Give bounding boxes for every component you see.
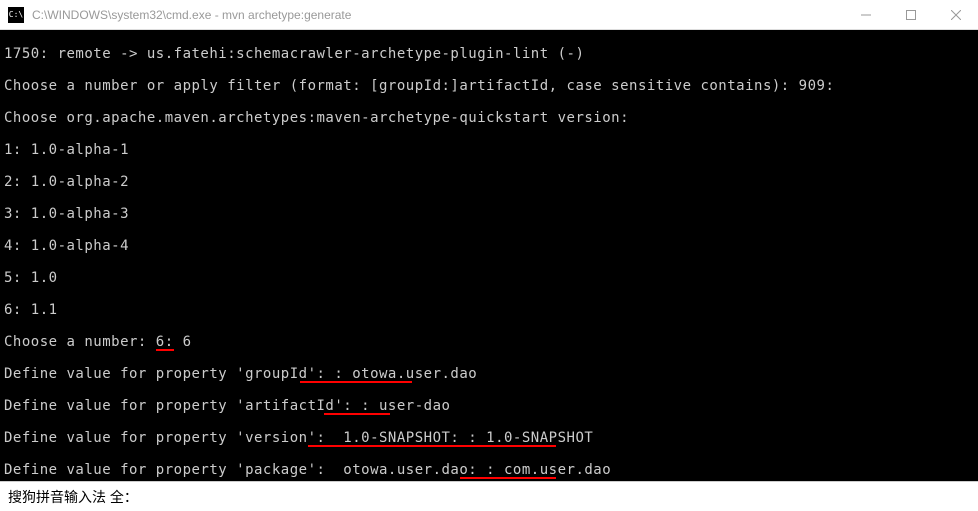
- highlight-underline: [156, 349, 174, 351]
- window-controls: [843, 0, 978, 29]
- highlight-underline: [308, 445, 556, 447]
- terminal-line: 1: 1.0-alpha-1: [4, 142, 974, 158]
- terminal-line: Define value for property 'artifactId': …: [4, 398, 974, 414]
- ime-statusbar: 搜狗拼音输入法 全：: [0, 481, 978, 511]
- ime-status-text: 搜狗拼音输入法 全：: [8, 487, 138, 507]
- terminal-line: 5: 1.0: [4, 270, 974, 286]
- terminal-line: 1750: remote -> us.fatehi:schemacrawler-…: [4, 46, 974, 62]
- terminal-line: 6: 1.1: [4, 302, 974, 318]
- terminal-line: 3: 1.0-alpha-3: [4, 206, 974, 222]
- highlight-underline: [460, 477, 556, 479]
- terminal-line: 4: 1.0-alpha-4: [4, 238, 974, 254]
- terminal-line: Choose a number: 6: 6: [4, 334, 974, 350]
- terminal-output[interactable]: 1750: remote -> us.fatehi:schemacrawler-…: [0, 30, 978, 481]
- terminal-line: Define value for property 'package': oto…: [4, 462, 974, 478]
- window-title: C:\WINDOWS\system32\cmd.exe - mvn archet…: [32, 8, 843, 22]
- terminal-line: 2: 1.0-alpha-2: [4, 174, 974, 190]
- cmd-icon: C:\: [8, 7, 24, 23]
- terminal-line: Define value for property 'groupId': : o…: [4, 366, 974, 382]
- terminal-line: Define value for property 'version': 1.0…: [4, 430, 974, 446]
- minimize-button[interactable]: [843, 0, 888, 29]
- close-button[interactable]: [933, 0, 978, 29]
- terminal-line: Choose a number or apply filter (format:…: [4, 78, 974, 94]
- highlight-underline: [324, 413, 390, 415]
- terminal-line: Choose org.apache.maven.archetypes:maven…: [4, 110, 974, 126]
- highlight-underline: [300, 381, 412, 383]
- maximize-button[interactable]: [888, 0, 933, 29]
- window-titlebar: C:\ C:\WINDOWS\system32\cmd.exe - mvn ar…: [0, 0, 978, 30]
